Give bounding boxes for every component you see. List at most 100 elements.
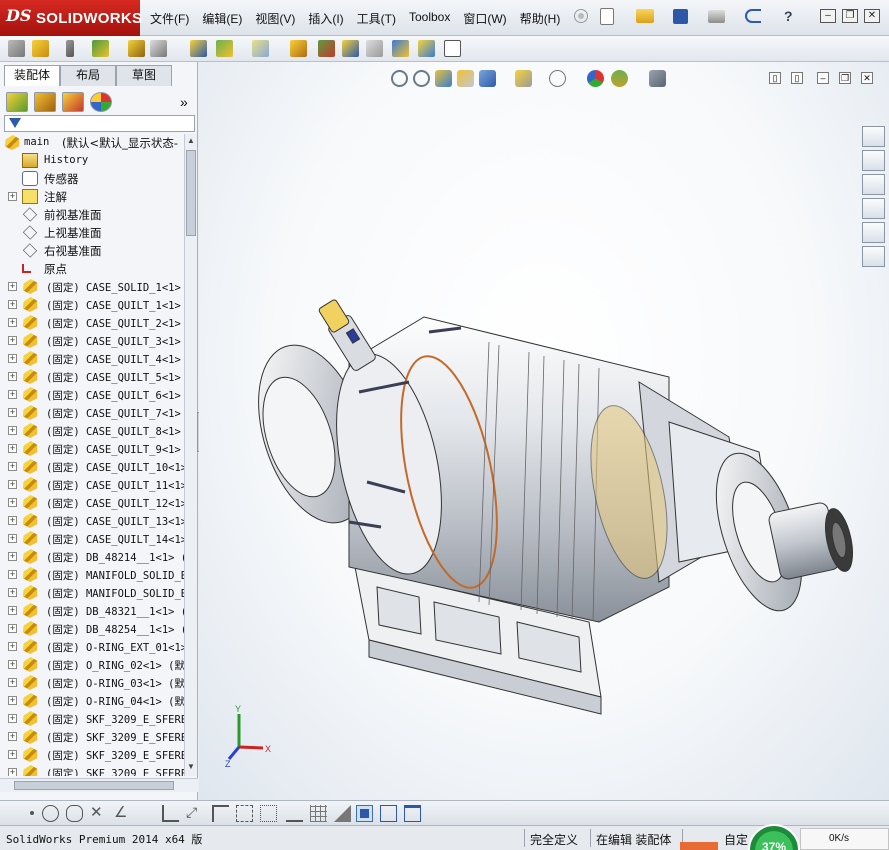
open-folder-icon[interactable] bbox=[636, 9, 654, 23]
help-icon[interactable]: ? bbox=[784, 8, 798, 24]
menu-edit[interactable]: 编辑(E) bbox=[202, 10, 242, 27]
linear-pattern-icon[interactable] bbox=[92, 40, 109, 57]
scroll-down-icon[interactable]: ▼ bbox=[186, 762, 196, 774]
tree-item-component[interactable]: + (固定) CASE_QUILT_14<1> bbox=[0, 530, 184, 548]
tree-item-component[interactable]: + (固定) DB_48254__1<1> ( bbox=[0, 620, 184, 638]
tree-item-component[interactable]: + (固定) CASE_QUILT_6<1> bbox=[0, 386, 184, 404]
expand-icon[interactable]: + bbox=[8, 390, 17, 399]
mate-icon[interactable] bbox=[66, 40, 74, 57]
sketch-fillet-icon[interactable] bbox=[162, 805, 179, 822]
feature-tree-icon[interactable] bbox=[6, 92, 28, 112]
expand-icon[interactable]: + bbox=[8, 768, 17, 776]
expand-icon[interactable]: + bbox=[8, 318, 17, 327]
expand-icon[interactable]: + bbox=[8, 426, 17, 435]
trim-icon[interactable]: ⤢ bbox=[186, 805, 203, 822]
tree-horizontal-scrollbar[interactable] bbox=[0, 778, 198, 792]
tree-item-component[interactable]: + (固定) MANIFOLD_SOLID_B bbox=[0, 584, 184, 602]
circle-icon[interactable] bbox=[42, 805, 59, 822]
tree-item-component[interactable]: + (固定) CASE_QUILT_12<1> bbox=[0, 494, 184, 512]
save-icon[interactable] bbox=[673, 9, 688, 24]
custom-status[interactable]: 自定 bbox=[724, 831, 748, 848]
expand-icon[interactable]: + bbox=[8, 444, 17, 453]
expand-icon[interactable]: + bbox=[8, 642, 17, 651]
expand-icon[interactable]: + bbox=[8, 516, 17, 525]
menu-file[interactable]: 文件(F) bbox=[150, 10, 189, 27]
menu-insert[interactable]: 插入(I) bbox=[308, 10, 343, 27]
scroll-up-icon[interactable]: ▲ bbox=[186, 136, 196, 148]
undo-icon[interactable] bbox=[745, 9, 761, 23]
smart-fasteners-icon[interactable] bbox=[128, 40, 145, 57]
tree-item-component[interactable]: + (固定) CASE_QUILT_10<1> bbox=[0, 458, 184, 476]
tree-item-component[interactable]: + (固定) SKF_3209_E_SFERE bbox=[0, 764, 184, 776]
print-icon[interactable] bbox=[708, 10, 725, 23]
expand-icon[interactable]: + bbox=[8, 282, 17, 291]
file-explorer-icon[interactable] bbox=[862, 174, 885, 195]
assembly-features-icon[interactable] bbox=[216, 40, 233, 57]
tree-item-plane[interactable]: 上视基准面 bbox=[0, 224, 184, 242]
pin-icon[interactable] bbox=[574, 9, 588, 23]
tree-vertical-scrollbar[interactable]: ▲ ▼ bbox=[184, 134, 197, 776]
tree-item-origin[interactable]: 原点 bbox=[0, 260, 184, 278]
tab-layout[interactable]: 布局 bbox=[60, 65, 116, 86]
tree-item-component[interactable]: + (固定) CASE_QUILT_11<1> bbox=[0, 476, 184, 494]
expand-icon[interactable]: + bbox=[8, 192, 17, 201]
expand-icon[interactable]: + bbox=[8, 750, 17, 759]
linear-sketch-pattern-icon[interactable] bbox=[286, 805, 303, 822]
corner-icon[interactable] bbox=[212, 805, 229, 822]
cross-icon[interactable]: ✕ bbox=[90, 805, 107, 822]
expand-icon[interactable]: + bbox=[8, 732, 17, 741]
polygon-icon[interactable] bbox=[66, 805, 83, 822]
new-document-icon[interactable] bbox=[600, 8, 614, 25]
tree-item-component[interactable]: + (固定) O_RING_02<1> (默 bbox=[0, 656, 184, 674]
solidworks-resources-icon[interactable] bbox=[862, 126, 885, 147]
wireframe-view-icon[interactable] bbox=[380, 805, 397, 822]
mirror-icon[interactable] bbox=[334, 805, 351, 822]
appearances-scenes-icon[interactable] bbox=[862, 222, 885, 243]
tree-item-plane[interactable]: 前视基准面 bbox=[0, 206, 184, 224]
expand-icon[interactable]: + bbox=[8, 480, 17, 489]
graphics-area[interactable]: ▯ ▯ – ❐ ✕ Y X Z bbox=[199, 62, 889, 800]
tree-item-component[interactable]: + (固定) SKF_3209_E_SFERE bbox=[0, 746, 184, 764]
tree-item-component[interactable]: + (固定) CASE_QUILT_9<1> bbox=[0, 440, 184, 458]
angle-icon[interactable]: ∠ bbox=[114, 805, 131, 822]
property-manager-icon[interactable] bbox=[34, 92, 56, 112]
tree-item-component[interactable]: + (固定) O-RING_EXT_01<1> bbox=[0, 638, 184, 656]
expand-icon[interactable]: + bbox=[8, 660, 17, 669]
custom-properties-icon[interactable] bbox=[862, 246, 885, 267]
tree-item-history-folder[interactable]: History bbox=[0, 152, 184, 170]
tree-item-component[interactable]: + (固定) CASE_QUILT_5<1> bbox=[0, 368, 184, 386]
menu-tools[interactable]: 工具(T) bbox=[357, 10, 396, 27]
tree-item-component[interactable]: + (固定) DB_48214__1<1> ( bbox=[0, 548, 184, 566]
design-library-icon[interactable] bbox=[862, 150, 885, 171]
restore-button[interactable]: ❐ bbox=[842, 9, 858, 23]
menu-toolbox[interactable]: Toolbox bbox=[409, 10, 450, 27]
tree-item-component[interactable]: + (固定) CASE_QUILT_7<1> bbox=[0, 404, 184, 422]
expand-icon[interactable]: + bbox=[8, 408, 17, 417]
expand-icon[interactable]: + bbox=[8, 606, 17, 615]
expand-icon[interactable]: + bbox=[8, 714, 17, 723]
expand-icon[interactable]: + bbox=[8, 534, 17, 543]
solidworks-logo[interactable]: DS SOLIDWORKS bbox=[0, 0, 142, 36]
view-palette-icon[interactable] bbox=[862, 198, 885, 219]
tree-item-annotation[interactable]: + 注解 bbox=[0, 188, 184, 206]
expand-panel-icon[interactable]: » bbox=[180, 94, 188, 110]
configuration-manager-icon[interactable] bbox=[62, 92, 84, 112]
expand-icon[interactable]: + bbox=[8, 372, 17, 381]
tree-item-component[interactable]: + (固定) MANIFOLD_SOLID_B bbox=[0, 566, 184, 584]
tree-item-component[interactable]: + (固定) CASE_QUILT_3<1> bbox=[0, 332, 184, 350]
tree-item-component[interactable]: + (固定) CASE_QUILT_2<1> bbox=[0, 314, 184, 332]
expand-icon[interactable]: + bbox=[8, 696, 17, 705]
expand-icon[interactable]: + bbox=[8, 462, 17, 471]
tree-item-sensor[interactable]: 传感器 bbox=[0, 170, 184, 188]
tree-item-component[interactable]: + (固定) CASE_QUILT_1<1> bbox=[0, 296, 184, 314]
tree-item-plane[interactable]: 右视基准面 bbox=[0, 242, 184, 260]
grid-icon[interactable] bbox=[310, 805, 327, 822]
expand-icon[interactable]: + bbox=[8, 354, 17, 363]
expand-icon[interactable]: + bbox=[8, 498, 17, 507]
tree-item-component[interactable]: + (固定) CASE_QUILT_13<1> bbox=[0, 512, 184, 530]
tree-root-assembly[interactable]: main (默认<默认_显示状态- bbox=[0, 134, 184, 152]
tree-item-component[interactable]: + (固定) CASE_QUILT_8<1> bbox=[0, 422, 184, 440]
expand-icon[interactable]: + bbox=[8, 336, 17, 345]
expand-icon[interactable]: + bbox=[8, 552, 17, 561]
interference-detection-icon[interactable] bbox=[392, 40, 409, 57]
